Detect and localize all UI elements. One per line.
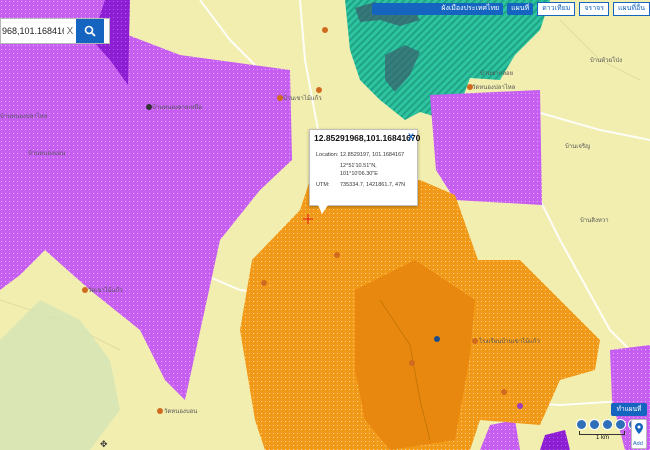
utm-value: 735334.7, 1421861.7, 47N — [340, 182, 406, 188]
poi-icon[interactable] — [501, 389, 507, 395]
share-icon[interactable] — [615, 419, 626, 430]
poi-icon[interactable] — [261, 280, 267, 286]
map-label: บ้านหนองปลาไหล — [0, 112, 48, 120]
poi-icon[interactable] — [472, 338, 478, 344]
add-point-button[interactable]: Add — [631, 419, 647, 449]
pin-icon — [635, 423, 643, 434]
search-input[interactable] — [1, 21, 64, 41]
ruler-icon[interactable] — [602, 419, 613, 430]
top-toolbar: ผังเมืองประเทศไทย แผนที่ ดาวเทียม จราจร … — [372, 0, 650, 18]
traffic-toggle[interactable]: จราจร — [579, 2, 609, 16]
map-label: บ้านสิงหวา — [580, 217, 609, 224]
map-label: วัดหนองบอน — [164, 408, 197, 415]
add-label: Add — [633, 441, 643, 447]
map-label: วัดเขาไม้แก้ว — [88, 286, 123, 294]
dms-latitude: 12°51'10.51"N, — [340, 163, 377, 169]
poi-icon[interactable] — [334, 252, 340, 258]
scale-bar: 1 km — [579, 430, 625, 443]
poi-icon[interactable] — [517, 403, 523, 409]
compass-icon[interactable]: ✥ — [100, 439, 108, 450]
place-button[interactable]: ผังเมืองประเทศไทย — [372, 3, 504, 15]
map-label: โรงเรียนบ้านเขาไม้แก้ว — [479, 337, 540, 345]
map-label: บ้านซากลอย — [480, 70, 513, 77]
map-button[interactable]: แผนที่ — [507, 3, 534, 15]
satellite-icon[interactable] — [576, 419, 587, 430]
clear-search-button[interactable]: X — [64, 26, 76, 37]
map-label: บ้านหนองบอน — [28, 150, 65, 157]
utm-label: UTM: — [316, 182, 330, 188]
layers-icon[interactable] — [589, 419, 600, 430]
map-label: บ้านเจริญ — [565, 143, 590, 150]
location-label: Location: — [316, 152, 339, 158]
zone-orange-dark — [355, 260, 475, 450]
scale-label: 1 km — [596, 435, 610, 441]
search-box: X — [0, 18, 110, 44]
location-value: 12.8529197, 101.1684167 — [340, 152, 405, 158]
layers-button[interactable]: แผนที่อื่น — [612, 2, 650, 16]
map-tool-icons — [576, 419, 639, 430]
search-icon — [84, 25, 96, 37]
map-label: บ้านเขาไม้แก้ว — [283, 94, 322, 102]
popup-pointer — [318, 205, 328, 214]
poi-icon[interactable] — [157, 408, 163, 414]
popup-close-button[interactable]: X — [408, 132, 414, 142]
satellite-toggle[interactable]: ดาวเทียม — [537, 2, 576, 16]
map-label: บ้านห้วยโป่ง — [590, 56, 622, 64]
poi-icon[interactable] — [434, 336, 440, 342]
dms-longitude: 101°10'06.30"E — [340, 171, 378, 177]
poi-icon[interactable] — [322, 27, 328, 33]
poi-icon[interactable] — [316, 87, 322, 93]
search-button[interactable] — [76, 19, 104, 43]
map-label: วัดหนองปลาไหล — [472, 83, 516, 91]
map-label: บ้านหนองลายเหนือ — [152, 103, 203, 111]
map-canvas[interactable]: บ้านหนองลายเหนือ บ้านหนองปลาไหล บ้านเขาไ… — [0, 0, 650, 450]
poi-icon[interactable] — [409, 360, 415, 366]
popup-title: 12.85291968,101.16841670 — [314, 133, 421, 143]
coordinate-popup: 12.85291968,101.16841670 X Location: 12.… — [309, 129, 421, 214]
base-layer-button[interactable]: ทำแผนที่ — [611, 403, 647, 416]
